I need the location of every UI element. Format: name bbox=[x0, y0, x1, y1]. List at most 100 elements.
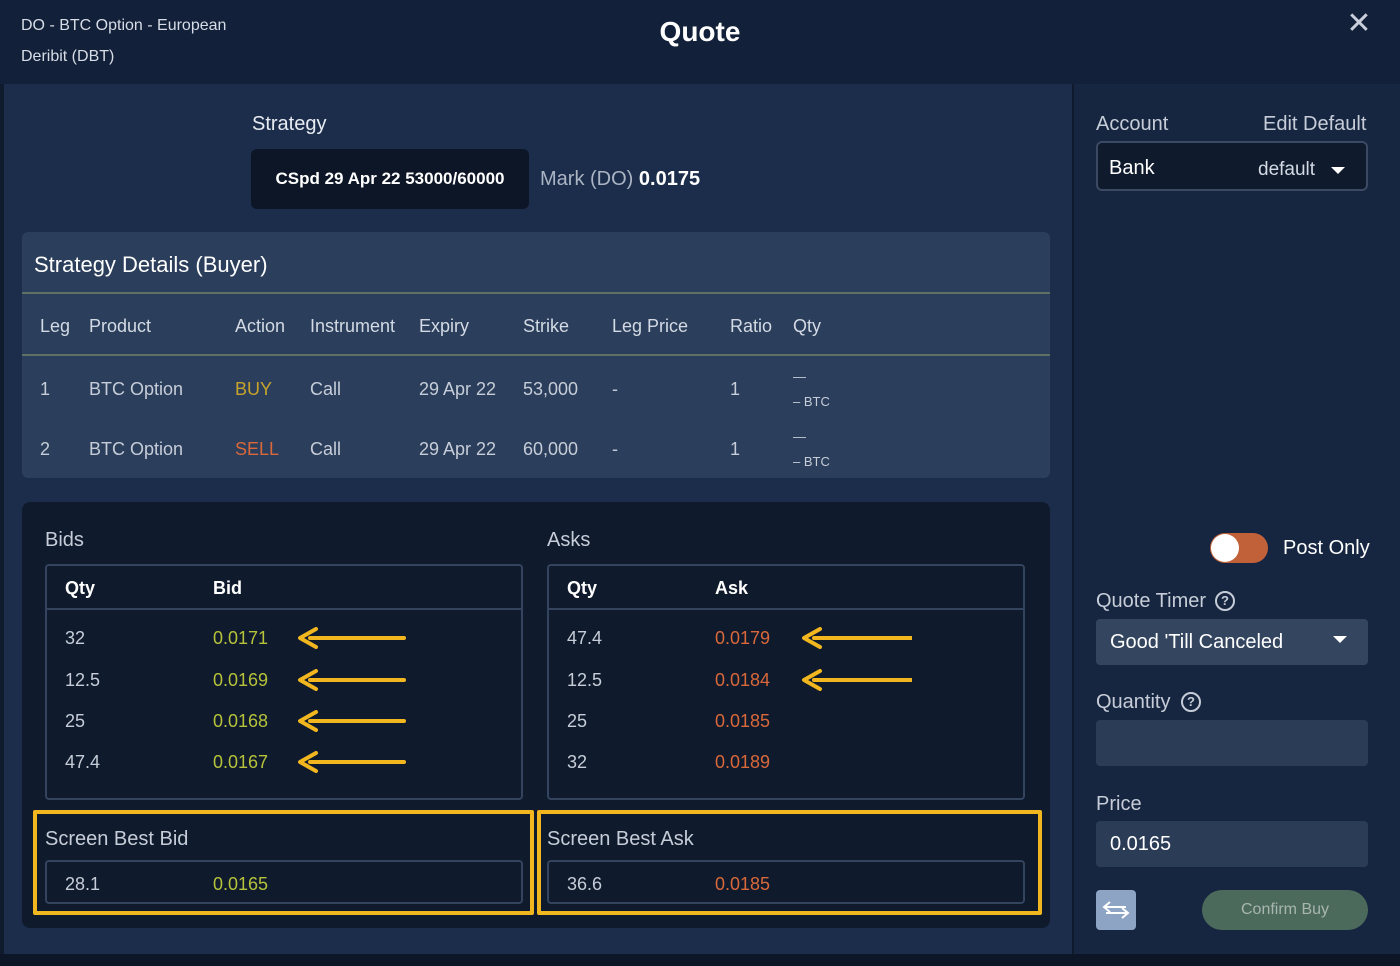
bid-qty: 12.5 bbox=[65, 670, 101, 690]
toggle-knob bbox=[1211, 534, 1239, 562]
best-bid-price: 0.0165 bbox=[213, 874, 269, 894]
bottom-strip bbox=[0, 954, 1400, 966]
leg-price-cell: - bbox=[612, 379, 618, 399]
ask-price: 0.0185 bbox=[715, 711, 771, 731]
bids-title: Bids bbox=[45, 529, 84, 551]
column-header-leg-price: Leg Price bbox=[612, 316, 689, 336]
price-value: 0.0165 bbox=[1110, 833, 1172, 855]
bid-price: 0.0171 bbox=[213, 628, 269, 648]
qty-cell-unit: – BTC bbox=[793, 394, 830, 409]
leg-cell: 2 bbox=[40, 439, 51, 459]
leg-cell: 1 bbox=[40, 379, 51, 399]
ask-price: 0.0189 bbox=[715, 752, 771, 772]
swap-side-button[interactable] bbox=[1096, 890, 1136, 930]
asks-title: Asks bbox=[547, 529, 591, 551]
strategy-details-title: Strategy Details (Buyer) bbox=[34, 252, 268, 277]
product-cell: BTC Option bbox=[89, 379, 184, 399]
order-book-card: Bids Asks Qty Bid 32 0.0171 12.5 0.0169 … bbox=[22, 502, 1050, 928]
swap-arrows-icon bbox=[1102, 901, 1130, 919]
bids-qty-header: Qty bbox=[65, 578, 96, 598]
mark-label: Mark (DO) bbox=[540, 168, 634, 190]
column-header-ratio: Ratio bbox=[730, 316, 773, 336]
screen-best-bid-box[interactable]: 28.1 0.0165 bbox=[45, 860, 523, 904]
price-label: Price bbox=[1096, 793, 1142, 815]
bid-price: 0.0168 bbox=[213, 711, 269, 731]
ratio-cell: 1 bbox=[730, 439, 741, 459]
bids-table: Qty Bid 32 0.0171 12.5 0.0169 25 0.0168 … bbox=[45, 564, 523, 800]
edit-default-link[interactable]: Edit Default bbox=[1263, 113, 1366, 136]
divider bbox=[22, 292, 1050, 294]
mark-price: Mark (DO) 0.0175 bbox=[540, 168, 700, 191]
column-header-instrument: Instrument bbox=[310, 316, 396, 336]
best-ask-price: 0.0185 bbox=[715, 874, 771, 894]
column-header-action: Action bbox=[235, 316, 286, 336]
ratio-cell: 1 bbox=[730, 379, 741, 399]
ask-qty: 47.4 bbox=[567, 628, 603, 648]
arrow-left-icon bbox=[802, 627, 912, 649]
action-cell: BUY bbox=[235, 379, 273, 399]
best-bid-qty: 28.1 bbox=[65, 874, 101, 894]
chevron-down-icon bbox=[1333, 636, 1347, 643]
chevron-down-icon bbox=[1331, 167, 1345, 174]
asks-qty-header: Qty bbox=[567, 578, 598, 598]
bids-table-header: Qty Bid bbox=[47, 566, 521, 610]
screen-best-bid-label: Screen Best Bid bbox=[45, 828, 189, 850]
dialog-header: DO - BTC Option - European Deribit (DBT)… bbox=[0, 0, 1400, 84]
arrow-left-icon bbox=[298, 710, 406, 732]
ask-price: 0.0179 bbox=[715, 628, 771, 648]
account-value: Bank bbox=[1109, 157, 1155, 179]
exchange-subtitle: Deribit (DBT) bbox=[21, 48, 115, 65]
asks-table: Qty Ask 47.4 0.0179 12.5 0.0184 25 0.018… bbox=[547, 564, 1025, 800]
strike-cell: 53,000 bbox=[523, 379, 579, 399]
qty-cell-value: — bbox=[793, 369, 806, 384]
expiry-cell: 29 Apr 22 bbox=[419, 439, 497, 459]
column-header-qty: Qty bbox=[793, 316, 822, 336]
qty-cell-value: — bbox=[793, 429, 806, 444]
bid-price: 0.0169 bbox=[213, 670, 269, 690]
instrument-cell: Call bbox=[310, 439, 342, 459]
arrow-left-icon bbox=[298, 627, 406, 649]
bid-qty: 47.4 bbox=[65, 752, 101, 772]
strike-cell: 60,000 bbox=[523, 439, 579, 459]
quote-timer-value: Good 'Till Canceled bbox=[1110, 631, 1284, 653]
column-header-product: Product bbox=[89, 316, 152, 336]
product-cell: BTC Option bbox=[89, 439, 184, 459]
bid-price: 0.0167 bbox=[213, 752, 269, 772]
help-icon[interactable]: ? bbox=[1215, 591, 1235, 611]
strategy-details-card: Strategy Details (Buyer) Leg Product Act… bbox=[22, 232, 1050, 478]
screen-best-ask-box[interactable]: 36.6 0.0185 bbox=[547, 860, 1025, 904]
ask-qty: 32 bbox=[567, 752, 588, 772]
arrow-left-icon bbox=[802, 669, 912, 691]
arrow-left-icon bbox=[298, 669, 406, 691]
confirm-buy-button[interactable]: Confirm Buy bbox=[1202, 890, 1368, 930]
dialog-title: Quote bbox=[659, 16, 741, 47]
close-icon[interactable]: ✕ bbox=[1346, 9, 1372, 39]
price-input[interactable]: 0.0165 bbox=[1096, 821, 1368, 867]
bids-price-header: Bid bbox=[213, 578, 242, 598]
qty-cell-unit: – BTC bbox=[793, 454, 830, 469]
divider bbox=[22, 354, 1050, 356]
quote-timer-select[interactable]: Good 'Till Canceled bbox=[1096, 619, 1368, 665]
quote-timer-label: Quote Timer bbox=[1096, 590, 1207, 612]
help-icon[interactable]: ? bbox=[1181, 692, 1201, 712]
column-header-strike: Strike bbox=[523, 316, 570, 336]
ask-qty: 12.5 bbox=[567, 670, 603, 690]
ask-price: 0.0184 bbox=[715, 670, 771, 690]
strategy-selector-button[interactable]: CSpd 29 Apr 22 53000/60000 bbox=[251, 149, 529, 209]
column-header-expiry: Expiry bbox=[419, 316, 470, 336]
post-only-label: Post Only bbox=[1283, 537, 1370, 559]
quantity-input[interactable] bbox=[1096, 720, 1368, 766]
account-select[interactable]: Bank default bbox=[1096, 141, 1368, 191]
ask-qty: 25 bbox=[567, 711, 588, 731]
instrument-cell: Call bbox=[310, 379, 342, 399]
strategy-label: Strategy bbox=[252, 113, 327, 135]
asks-price-header: Ask bbox=[715, 578, 749, 598]
action-cell: SELL bbox=[235, 439, 280, 459]
best-ask-qty: 36.6 bbox=[567, 874, 603, 894]
account-default: default bbox=[1258, 159, 1316, 180]
post-only-toggle[interactable] bbox=[1210, 533, 1268, 563]
quantity-label: Quantity bbox=[1096, 691, 1171, 713]
account-label: Account bbox=[1096, 113, 1169, 135]
arrow-left-icon bbox=[298, 751, 406, 773]
asks-table-header: Qty Ask bbox=[549, 566, 1023, 610]
